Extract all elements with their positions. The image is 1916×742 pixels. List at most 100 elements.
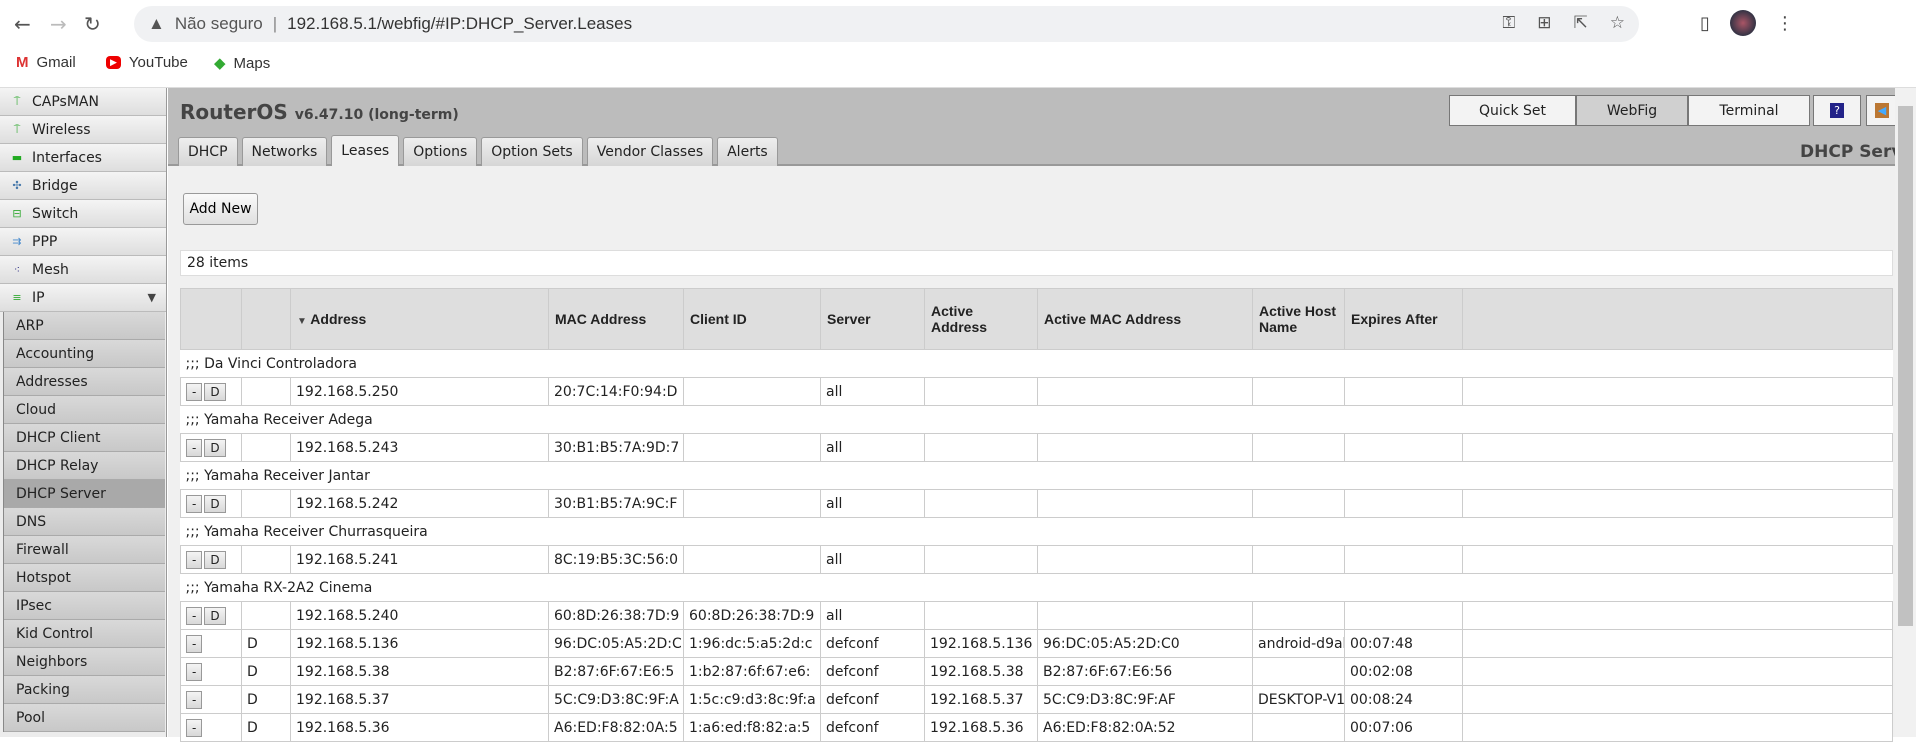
sidebar-subitem-dhcp-relay[interactable]: DHCP Relay [4, 452, 165, 480]
sidebar-subitem-firewall[interactable]: Firewall [4, 536, 165, 564]
sidebar-subitem-packing[interactable]: Packing [4, 676, 165, 704]
make-dynamic-button[interactable]: D [204, 550, 226, 569]
sidebar-item-wireless[interactable]: ⍑ Wireless [0, 116, 166, 144]
sidebar-subitem-pool[interactable]: Pool [4, 704, 165, 732]
share-icon[interactable]: ⇱ [1574, 13, 1588, 33]
disable-button[interactable]: - [186, 634, 203, 653]
comment-row[interactable]: ;;; Yamaha RX-2A2 Cinema [180, 573, 1893, 602]
webfig-button[interactable]: WebFig [1576, 95, 1688, 126]
logout-button[interactable]: ◀ [1866, 95, 1898, 126]
make-dynamic-button[interactable]: D [204, 606, 226, 625]
table-row[interactable]: - D 192.168.5.136 96:DC:05:A5:2D:C 1:96:dc:5… [180, 629, 1893, 658]
scrollbar[interactable] [1895, 88, 1916, 737]
column-header[interactable]: Active Address [924, 288, 1038, 350]
tab-alerts[interactable]: Alerts [717, 137, 778, 166]
tab-options[interactable]: Options [403, 137, 478, 166]
translate-icon[interactable]: ⊞ [1537, 13, 1551, 33]
column-header[interactable]: Expires After [1344, 288, 1463, 350]
make-dynamic-button[interactable]: D [204, 494, 226, 513]
column-header[interactable] [180, 288, 242, 350]
disable-button[interactable]: - [186, 382, 203, 401]
sidebar-subitem-accounting[interactable]: Accounting [4, 340, 165, 368]
comment-row[interactable]: ;;; Da Vinci Controladora [180, 349, 1893, 378]
sidebar-item-label: Mesh [32, 261, 69, 278]
sidebar-subitem-hotspot[interactable]: Hotspot [4, 564, 165, 592]
disable-button[interactable]: - [186, 606, 203, 625]
comment-row[interactable]: ;;; Yamaha Receiver Churrasqueira [180, 517, 1893, 546]
table-row[interactable]: - D 192.168.5.250 20:7C:14:F0:94:D all [180, 377, 1893, 406]
sidebar-subitem-dns[interactable]: DNS [4, 508, 165, 536]
quick-set-button[interactable]: Quick Set [1449, 95, 1576, 126]
menu-icon[interactable]: ⋮ [1776, 13, 1794, 34]
comment-row[interactable]: ;;; Yamaha Receiver Jantar [180, 461, 1893, 490]
sidebar-subitem-addresses[interactable]: Addresses [4, 368, 165, 396]
tab-dhcp[interactable]: DHCP [178, 137, 238, 166]
sidebar-item-ip[interactable]: ≡ IP ▼ [0, 284, 166, 312]
scrollbar-thumb[interactable] [1898, 106, 1913, 626]
sidebar-item-label: PPP [32, 233, 58, 250]
column-header[interactable]: Active MAC Address [1037, 288, 1253, 350]
sidebar-subitem-arp[interactable]: ARP [4, 312, 165, 340]
disable-button[interactable]: - [186, 662, 203, 681]
tab-networks[interactable]: Networks [241, 137, 328, 166]
row-actions: - [180, 713, 242, 742]
star-icon[interactable]: ☆ [1610, 13, 1625, 33]
avatar[interactable] [1729, 10, 1756, 36]
terminal-button[interactable]: Terminal [1688, 95, 1810, 126]
back-icon[interactable]: ← [14, 12, 31, 36]
antenna-icon: ⍑ [13, 94, 21, 108]
table-row[interactable]: - D 192.168.5.37 5C:C9:D3:8C:9F:A 1:5c:c9:d3… [180, 685, 1893, 714]
add-new-button[interactable]: Add New [183, 193, 258, 225]
bookmark-gmail[interactable]: M Gmail [16, 54, 76, 71]
disable-button[interactable]: - [186, 550, 203, 569]
bridge-icon: ✣ [12, 178, 22, 192]
table-row[interactable]: - D 192.168.5.241 8C:19:B5:3C:56:0 all [180, 545, 1893, 574]
comment-row[interactable]: ;;; Yamaha Receiver Adega [180, 405, 1893, 434]
sidebar-item-interfaces[interactable]: ▬ Interfaces [0, 144, 166, 172]
sidebar-item-mesh[interactable]: ⁖ Mesh [0, 256, 166, 284]
table-row[interactable]: - D 192.168.5.243 30:B1:B5:7A:9D:7 all [180, 433, 1893, 462]
expires-cell [1344, 601, 1463, 630]
sidebar-subitem-neighbors[interactable]: Neighbors [4, 648, 165, 676]
active-mac-cell [1037, 601, 1253, 630]
help-button[interactable]: ? [1813, 95, 1861, 126]
table-row[interactable]: - D 192.168.5.242 30:B1:B5:7A:9C:F all [180, 489, 1893, 518]
sidebar-subitem-ipsec[interactable]: IPsec [4, 592, 165, 620]
key-icon[interactable]: ⚿ [1502, 13, 1515, 33]
column-header[interactable]: Active Host Name [1252, 288, 1345, 350]
active-address-cell: 192.168.5.38 [924, 657, 1038, 686]
tab-option-sets[interactable]: Option Sets [481, 137, 583, 166]
forward-icon[interactable]: → [50, 12, 67, 36]
sidebar-subitem-dhcp-server[interactable]: DHCP Server [4, 480, 165, 508]
address-cell: 192.168.5.242 [290, 489, 549, 518]
disable-button[interactable]: - [186, 690, 203, 709]
make-dynamic-button[interactable]: D [204, 438, 226, 457]
active-mac-cell [1037, 489, 1253, 518]
column-header[interactable]: Client ID [683, 288, 821, 350]
sidebar-item-switch[interactable]: ⊟ Switch [0, 200, 166, 228]
column-header[interactable] [241, 288, 291, 350]
sidebar-item-capsman[interactable]: ⍑ CAPsMAN [0, 88, 166, 116]
table-row[interactable]: - D 192.168.5.240 60:8D:26:38:7D:9 60:8D:26:… [180, 601, 1893, 630]
make-dynamic-button[interactable]: D [204, 382, 226, 401]
disable-button[interactable]: - [186, 718, 203, 737]
bookmark-maps[interactable]: ◆ Maps [214, 54, 270, 73]
column-header[interactable]: MAC Address [548, 288, 684, 350]
bookmark-youtube[interactable]: ▶ YouTube [106, 54, 188, 71]
sidebar-item-bridge[interactable]: ✣ Bridge [0, 172, 166, 200]
disable-button[interactable]: - [186, 438, 203, 457]
address-bar[interactable]: ▲ Não seguro | 192.168.5.1/webfig/#IP:DH… [134, 6, 1639, 42]
table-row[interactable]: - D 192.168.5.36 A6:ED:F8:82:0A:5 1:a6:ed:f8… [180, 713, 1893, 742]
column-header[interactable]: Server [820, 288, 925, 350]
tab-leases[interactable]: Leases [331, 135, 400, 166]
sidebar-subitem-kid-control[interactable]: Kid Control [4, 620, 165, 648]
column-header[interactable]: ▼ Address [290, 288, 549, 350]
disable-button[interactable]: - [186, 494, 203, 513]
sidebar-subitem-dhcp-client[interactable]: DHCP Client [4, 424, 165, 452]
sidebar-item-ppp[interactable]: ⇉ PPP [0, 228, 166, 256]
sidebar-subitem-cloud[interactable]: Cloud [4, 396, 165, 424]
tab-vendor-classes[interactable]: Vendor Classes [586, 137, 714, 166]
table-row[interactable]: - D 192.168.5.38 B2:87:6F:67:E6:5 1:b2:87:6f… [180, 657, 1893, 686]
sidepanel-icon[interactable]: ▯ [1700, 13, 1710, 34]
reload-icon[interactable]: ↻ [84, 12, 101, 36]
